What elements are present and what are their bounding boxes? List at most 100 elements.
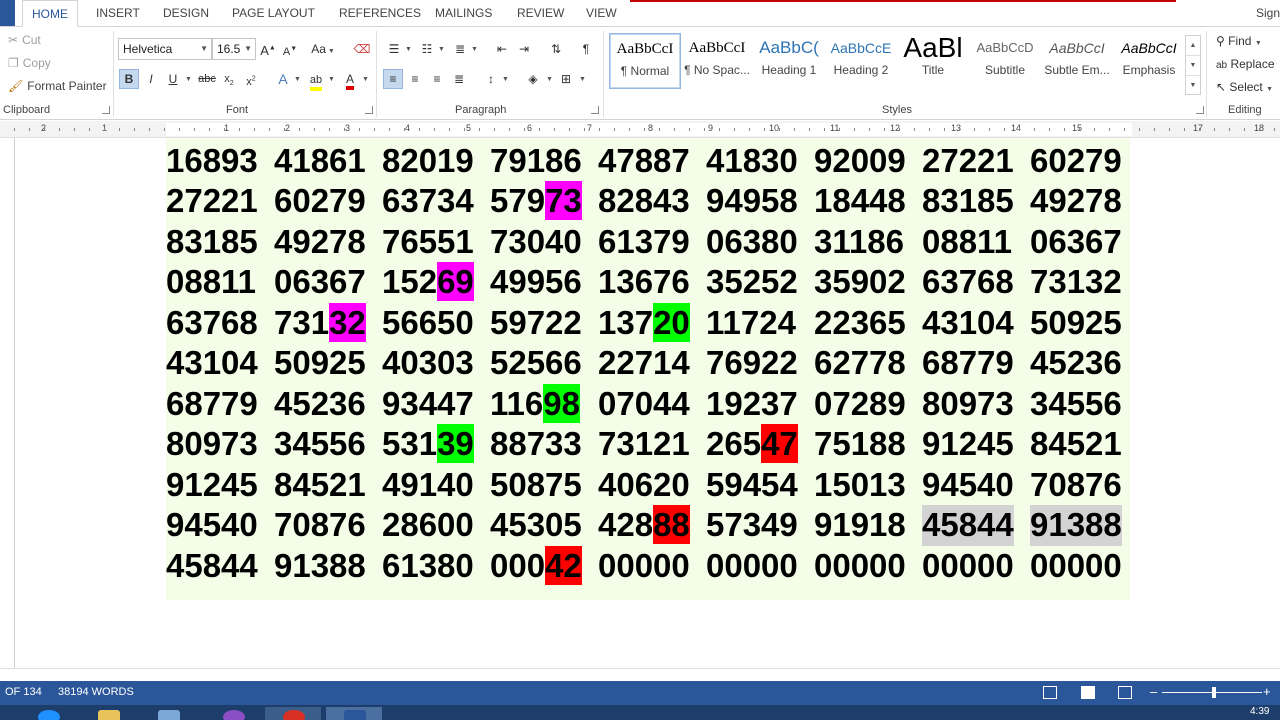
chrome-task-button[interactable] [265, 707, 321, 720]
tab-page-layout[interactable]: PAGE LAYOUT [223, 0, 324, 27]
number-text: 88733 [490, 425, 582, 462]
align-right-button[interactable]: ≡ [427, 69, 447, 89]
highlight-color-button[interactable]: ab [306, 69, 326, 91]
horizontal-ruler[interactable]: 211234567891011121314151718 [0, 121, 1280, 138]
number-group: 00000 [598, 546, 690, 587]
shrink-font-button[interactable]: A▼ [280, 39, 300, 59]
style-normal[interactable]: AaBbCcI ¶ Normal [609, 33, 681, 89]
horizontal-scrollbar[interactable] [0, 668, 1280, 681]
number-group: 57349 [706, 505, 798, 546]
italic-button[interactable]: I [141, 69, 161, 89]
chevron-down-icon[interactable]: ▼ [362, 76, 369, 83]
tab-view[interactable]: VIEW [577, 0, 626, 27]
style-heading-1[interactable]: AaBbC( Heading 1 [753, 33, 825, 89]
chevron-down-icon[interactable]: ▼ [546, 76, 553, 83]
font-size-combo[interactable]: 16.5 ▼ [212, 38, 256, 60]
align-center-button[interactable]: ≡ [405, 69, 425, 89]
print-layout-icon[interactable] [1081, 686, 1095, 699]
tab-design[interactable]: DESIGN [154, 0, 218, 27]
shading-button[interactable]: ◈ [523, 69, 543, 89]
system-clock[interactable]: 4:39 [1250, 706, 1269, 717]
bold-button[interactable]: B [119, 69, 139, 89]
show-hide-marks-button[interactable]: ¶ [576, 39, 596, 59]
tab-mailings[interactable]: MAILINGS [426, 0, 501, 27]
justify-button[interactable]: ≣ [449, 69, 469, 89]
font-name-combo[interactable]: Helvetica ▼ [118, 38, 212, 60]
chevron-down-icon[interactable]: ▼ [1186, 56, 1200, 76]
number-group: 00000 [922, 546, 1014, 587]
style-title[interactable]: AaBl Title [897, 33, 969, 89]
decrease-indent-button[interactable]: ⇤ [492, 39, 512, 59]
explorer-task-button[interactable] [80, 707, 136, 720]
style-heading-2[interactable]: AaBbCcE Heading 2 [825, 33, 897, 89]
grow-font-button[interactable]: A▲ [258, 39, 278, 59]
style-emphasis[interactable]: AaBbCcI Emphasis [1113, 33, 1185, 89]
chevron-down-icon[interactable]: ▼ [328, 76, 335, 83]
chevron-down-icon[interactable]: ▼ [438, 46, 445, 53]
subscript-button[interactable]: x2 [219, 69, 239, 89]
line-spacing-button[interactable]: ↕ [481, 69, 501, 89]
sort-button[interactable]: ⇅ [546, 39, 566, 59]
font-dialog-launcher[interactable] [365, 106, 373, 114]
expand-gallery-icon[interactable]: ▼ [1186, 76, 1200, 96]
select-button[interactable]: ↖ Select ▼ [1216, 80, 1273, 94]
numbering-button[interactable]: ☷ [417, 39, 437, 59]
paragraph-dialog-launcher[interactable] [591, 106, 599, 114]
tab-references[interactable]: REFERENCES [330, 0, 430, 27]
style-preview: AaBbCcI [616, 41, 674, 57]
styles-dialog-launcher[interactable] [1196, 106, 1204, 114]
strikethrough-button[interactable]: abc [197, 69, 217, 89]
borders-button[interactable]: ⊞ [556, 69, 576, 89]
align-left-button[interactable]: ≡ [383, 69, 403, 89]
document-page-content[interactable]: 6667230788232312916296209568435462616893… [166, 138, 1130, 600]
superscript-button[interactable]: x2 [241, 69, 261, 89]
style-no-spacing[interactable]: AaBbCcI ¶ No Spac... [681, 33, 753, 89]
word-task-button[interactable] [326, 707, 382, 720]
chevron-down-icon[interactable]: ▼ [294, 76, 301, 83]
bullets-button[interactable]: ☰ [384, 39, 404, 59]
read-mode-icon[interactable] [1043, 686, 1057, 699]
copy-button[interactable]: ❐ Copy [8, 56, 51, 70]
file-tab[interactable] [0, 0, 15, 27]
media-task-button[interactable] [140, 707, 196, 720]
find-button[interactable]: ⚲ Find ▼ [1216, 34, 1262, 48]
tab-home[interactable]: HOME [22, 0, 78, 27]
replace-button[interactable]: ab Replace [1216, 57, 1275, 71]
number-text: 731 [274, 303, 330, 341]
cut-button[interactable]: ✂ Cut [8, 33, 41, 47]
change-case-button[interactable]: Aa ▼ [308, 39, 338, 59]
tab-review[interactable]: REVIEW [508, 0, 573, 27]
app-task-button[interactable] [205, 707, 261, 720]
increase-indent-button[interactable]: ⇥ [514, 39, 534, 59]
style-subtitle[interactable]: AaBbCcD Subtitle [969, 33, 1041, 89]
style-subtle-emphasis[interactable]: AaBbCcI Subtle Em... [1041, 33, 1113, 89]
chevron-down-icon[interactable]: ▼ [471, 46, 478, 53]
clear-formatting-button[interactable]: ⌫ [352, 39, 372, 59]
zoom-out-icon[interactable]: – [1150, 684, 1157, 699]
chevron-down-icon[interactable]: ▼ [185, 76, 192, 83]
chevron-down-icon[interactable]: ▼ [405, 46, 412, 53]
ie-task-button[interactable] [20, 707, 76, 720]
chevron-up-icon[interactable]: ▲ [1186, 36, 1200, 56]
word-count[interactable]: 38194 WORDS [58, 686, 134, 698]
number-group: 88733 [490, 424, 582, 465]
chevron-down-icon[interactable]: ▼ [502, 76, 509, 83]
format-painter-button[interactable]: 🖌 Format Painter [8, 79, 107, 93]
multilevel-list-button[interactable]: ≣ [450, 39, 470, 59]
clipboard-dialog-launcher[interactable] [102, 106, 110, 114]
zoom-slider-thumb[interactable] [1212, 687, 1216, 698]
number-text: 50925 [274, 344, 366, 381]
text-effects-button[interactable]: A [273, 69, 293, 89]
paint-bucket-icon: ◈ [528, 72, 538, 86]
styles-gallery-scroll[interactable]: ▲ ▼ ▼ [1185, 35, 1201, 95]
number-text: 84521 [274, 465, 366, 503]
chevron-down-icon[interactable]: ▼ [579, 76, 586, 83]
font-color-button[interactable]: A [340, 69, 360, 90]
sign-in-link[interactable]: Sign [1256, 0, 1280, 27]
document-canvas[interactable]: 6667230788232312916296209568435462616893… [0, 138, 1280, 668]
page-count[interactable]: OF 134 [5, 686, 42, 698]
tab-insert[interactable]: INSERT [87, 0, 149, 27]
zoom-in-icon[interactable]: + [1263, 684, 1271, 699]
web-layout-icon[interactable] [1118, 686, 1132, 699]
underline-button[interactable]: U [163, 69, 183, 89]
